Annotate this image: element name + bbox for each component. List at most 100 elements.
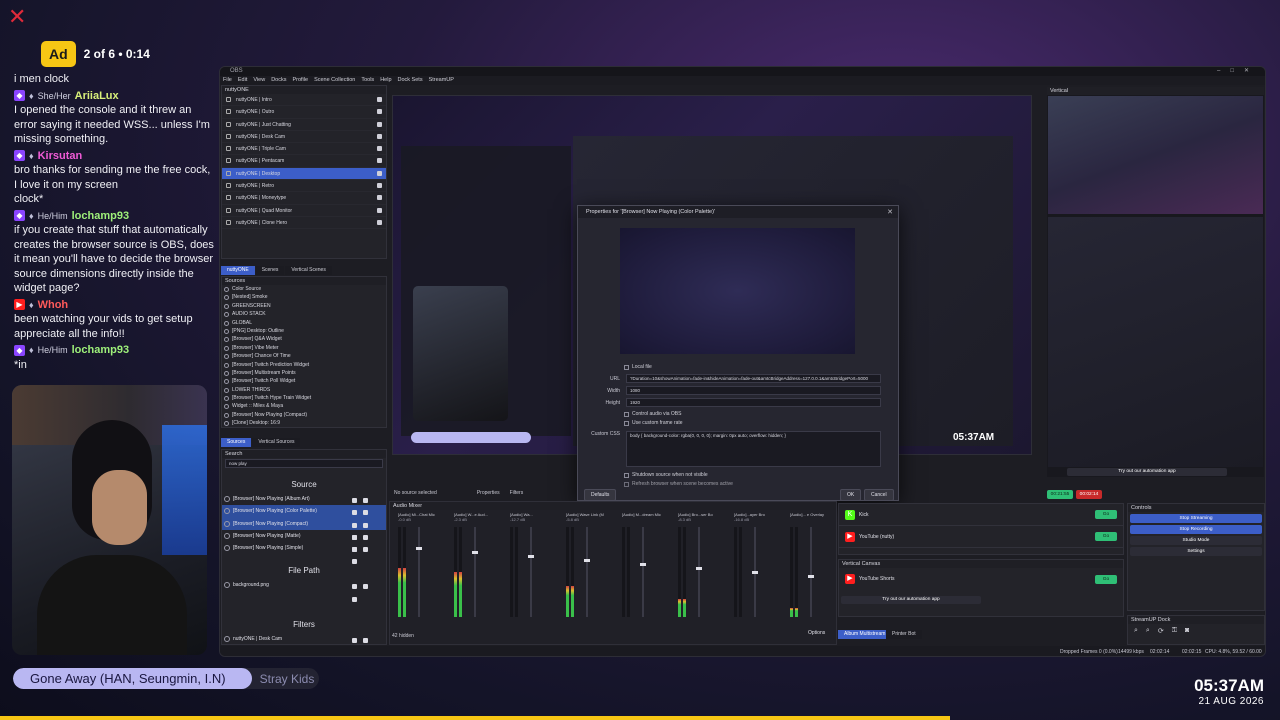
source-item[interactable]: [Clone] Desktop: 16:9 xyxy=(222,419,386,427)
scene-visibility-icon[interactable] xyxy=(377,158,382,164)
custom-fps-checkbox[interactable]: Use custom frame rate xyxy=(624,420,683,426)
scene-visibility-icon[interactable] xyxy=(377,170,382,176)
scene-visibility-icon[interactable] xyxy=(377,219,382,225)
search-result-item[interactable]: [Browser] Now Playing (Color Palette) xyxy=(222,505,386,528)
menu-item-file[interactable]: File xyxy=(223,76,232,85)
local-file-checkbox[interactable]: Local file xyxy=(624,364,652,370)
menu-item-view[interactable]: View xyxy=(253,76,265,85)
lock-icon[interactable] xyxy=(363,498,368,503)
go-button[interactable]: Go xyxy=(1095,532,1117,541)
control-audio-checkbox[interactable]: Control audio via OBS xyxy=(624,411,681,417)
lock-icon[interactable] xyxy=(363,534,368,540)
vertical-stream-timer[interactable]: 00:21:55 xyxy=(1047,490,1073,499)
go-button[interactable]: Go xyxy=(1095,510,1117,519)
scene-item[interactable]: nuttyONE | Outro xyxy=(222,106,386,119)
volume-fader-handle[interactable] xyxy=(416,547,422,550)
source-item[interactable]: [Browser] Twitch Prediction Widget xyxy=(222,361,386,369)
gear-icon[interactable] xyxy=(352,510,357,516)
gear-icon[interactable] xyxy=(352,547,357,553)
defaults-button[interactable]: Defaults xyxy=(584,489,617,501)
streamup-zoom-out-icon[interactable]: ⌕ xyxy=(1146,627,1150,635)
gear-icon[interactable] xyxy=(352,584,357,590)
source-item[interactable]: Widget :: Miles & Maya xyxy=(222,402,386,410)
gear-icon[interactable] xyxy=(352,522,357,528)
streamup-camera-icon[interactable]: ◙ xyxy=(1185,627,1189,635)
scene-visibility-icon[interactable] xyxy=(377,133,382,139)
scene-visibility-icon[interactable] xyxy=(377,121,382,127)
volume-slider[interactable] xyxy=(808,527,814,617)
volume-slider[interactable] xyxy=(640,527,646,617)
width-field[interactable]: 1080 xyxy=(626,386,881,395)
filters-button[interactable]: Filters xyxy=(510,487,524,499)
source-item[interactable]: [Browser] Multistream Points xyxy=(222,369,386,377)
tab-vertical-sources[interactable]: Vertical Sources xyxy=(252,438,301,447)
menu-icon[interactable] xyxy=(352,559,357,565)
source-item[interactable]: [Browser] Twitch Poll Widget xyxy=(222,377,386,385)
scene-visibility-icon[interactable] xyxy=(377,207,382,213)
menu-item-docks[interactable]: Docks xyxy=(271,76,286,85)
search-result-item[interactable]: [Browser] Now Playing (Matte) xyxy=(222,530,386,553)
source-item[interactable]: [Nested] Smoke xyxy=(222,293,386,301)
options-button[interactable]: Options xyxy=(808,630,825,636)
volume-slider[interactable] xyxy=(584,527,590,617)
height-field[interactable]: 1920 xyxy=(626,398,881,407)
source-item[interactable]: [Browser] Vibe Meter xyxy=(222,344,386,352)
scene-item[interactable]: nuttyONE | Intro xyxy=(222,94,386,107)
gear-icon[interactable] xyxy=(352,534,357,540)
volume-slider[interactable] xyxy=(416,527,422,617)
cancel-button[interactable]: Cancel xyxy=(864,489,894,501)
scene-item[interactable]: nuttyONE | Just Chatting xyxy=(222,119,386,131)
streamup-lock-icon[interactable]: ⚿ xyxy=(1172,627,1177,635)
menu-item-tools[interactable]: Tools xyxy=(361,76,374,85)
volume-fader-handle[interactable] xyxy=(528,555,534,558)
control-studio-mode-button[interactable]: Studio Mode xyxy=(1130,536,1262,545)
scene-visibility-icon[interactable] xyxy=(377,183,382,189)
tab-nuttyone[interactable]: nuttyONE xyxy=(221,266,255,275)
lock-icon[interactable] xyxy=(363,584,368,590)
vertical-record-timer[interactable]: 00:02:14 xyxy=(1076,490,1102,499)
search-result-item[interactable]: [Browser] Now Playing (Album Art) xyxy=(222,493,386,516)
canvas-automation-button[interactable]: Try out our automation app xyxy=(841,596,981,604)
volume-fader-handle[interactable] xyxy=(640,563,646,566)
source-item[interactable]: AUDIO STACK xyxy=(222,310,386,318)
tab-scenes[interactable]: Scenes xyxy=(255,266,285,275)
volume-fader-handle[interactable] xyxy=(752,571,758,574)
close-icon[interactable]: ✕ xyxy=(887,208,893,216)
scene-item[interactable]: nuttyONE | Desk Cam xyxy=(222,131,386,144)
gear-icon[interactable] xyxy=(352,637,357,643)
volume-slider[interactable] xyxy=(472,527,478,617)
search-result-item[interactable]: [Browser] Now Playing (Simple) xyxy=(222,542,386,565)
volume-fader-handle[interactable] xyxy=(472,551,478,554)
lock-icon[interactable] xyxy=(363,637,368,643)
properties-button[interactable]: Properties xyxy=(477,487,500,499)
scene-item[interactable]: nuttyONE | Triple Cam xyxy=(222,143,386,156)
go-button[interactable]: Go xyxy=(1095,574,1117,584)
source-item[interactable]: GREENSCREEN xyxy=(222,302,386,310)
ok-button[interactable]: OK xyxy=(840,489,862,501)
streamup-zoom-icon[interactable]: ⌕ xyxy=(1134,627,1138,635)
volume-slider[interactable] xyxy=(752,527,758,617)
tab-sources[interactable]: Sources xyxy=(221,438,252,447)
scene-visibility-icon[interactable] xyxy=(377,195,382,201)
refresh-checkbox[interactable]: Refresh browser when scene becomes activ… xyxy=(624,481,733,487)
css-field[interactable]: body { background-color: rgba(0, 0, 0, 0… xyxy=(626,431,881,467)
source-item[interactable]: GLOBAL xyxy=(222,319,386,327)
volume-fader-handle[interactable] xyxy=(696,567,702,570)
search-input[interactable]: now play xyxy=(225,459,383,468)
control-settings-button[interactable]: Settings xyxy=(1130,547,1262,556)
source-item[interactable]: [PNG] Desktop: Outline xyxy=(222,327,386,335)
source-item[interactable]: [Browser] Q&A Widget xyxy=(222,335,386,343)
menu-item-profile[interactable]: Profile xyxy=(292,76,308,85)
scene-item[interactable]: nuttyONE | Quad Monitor xyxy=(222,205,386,217)
menu-item-dock-sets[interactable]: Dock Sets xyxy=(398,76,423,85)
scene-visibility-icon[interactable] xyxy=(377,109,382,115)
scene-item[interactable]: nuttyONE | Desktop xyxy=(222,167,386,181)
scene-visibility-icon[interactable] xyxy=(377,146,382,152)
volume-slider[interactable] xyxy=(696,527,702,617)
vertical-automation-button[interactable]: Try out our automation app xyxy=(1067,468,1227,476)
url-field[interactable]: ?Duration=10&showAnimation=fade-in&hideA… xyxy=(626,374,881,383)
search-result-item[interactable]: [Browser] Now Playing (Compact) xyxy=(222,517,386,540)
lock-icon[interactable] xyxy=(363,547,368,553)
scene-visibility-icon[interactable] xyxy=(377,97,382,102)
control-stop-recording-button[interactable]: Stop Recording xyxy=(1130,525,1262,534)
